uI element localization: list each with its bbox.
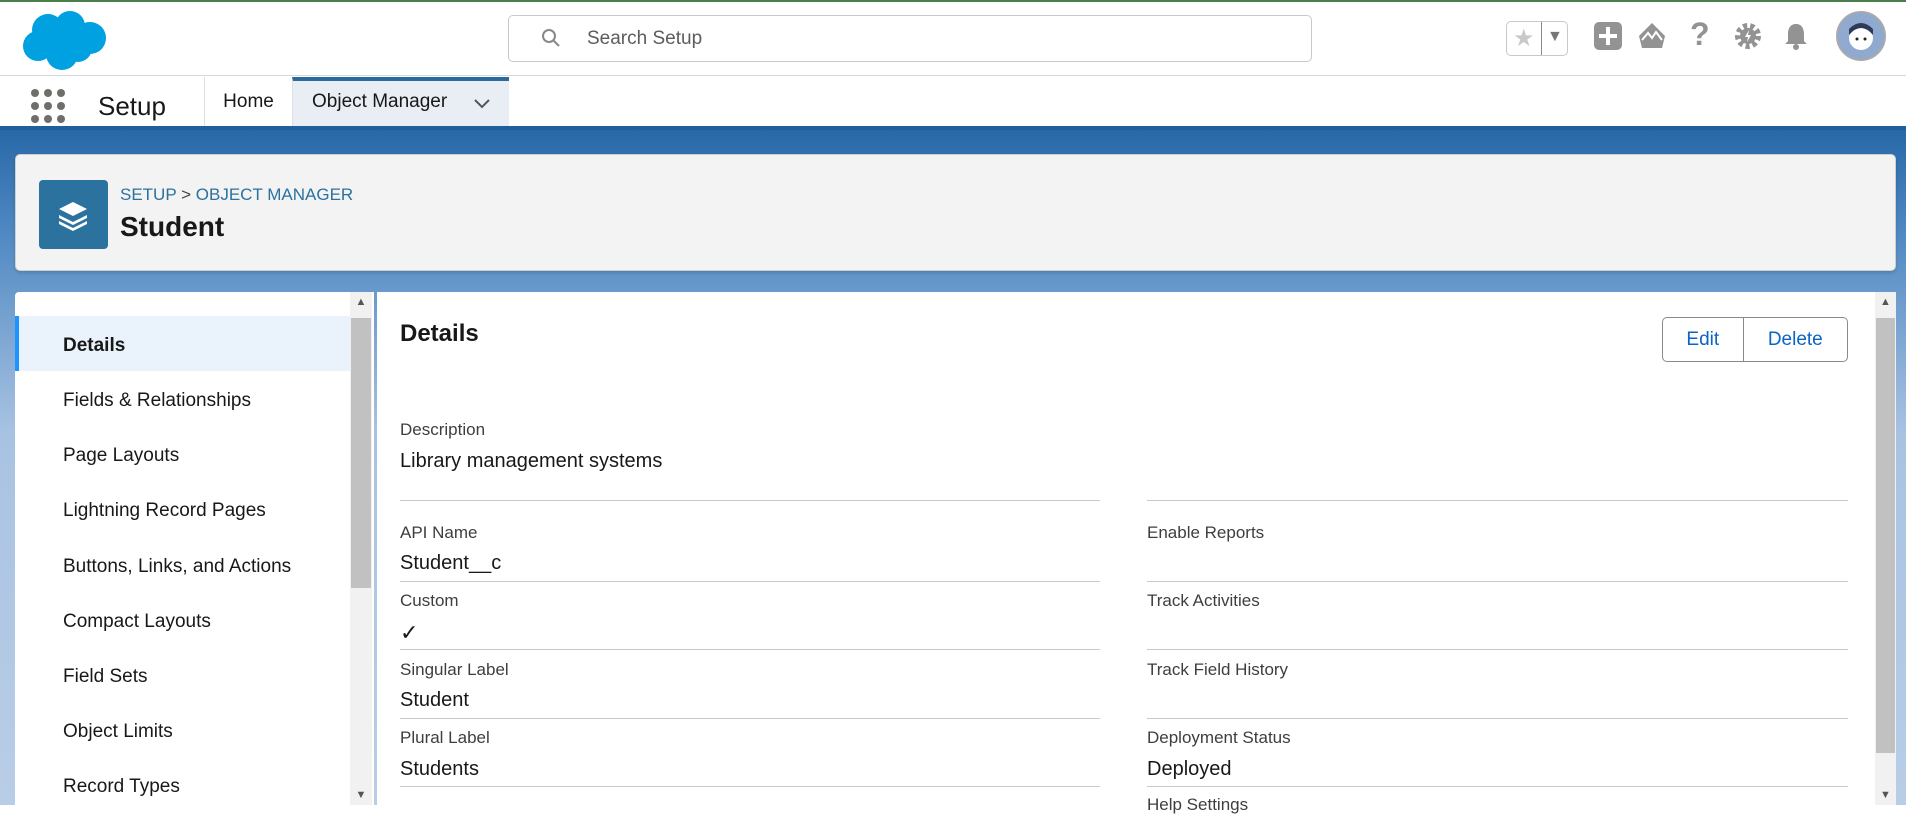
breadcrumb: SETUP > OBJECT MANAGER <box>120 185 353 205</box>
object-sidebar: Details Fields & Relationships Page Layo… <box>15 292 374 805</box>
sidebar-item-lightning-record-pages[interactable]: Lightning Record Pages <box>15 481 350 536</box>
deployment-status-value: Deployed <box>1147 758 1232 780</box>
trailhead-icon[interactable] <box>1636 20 1668 52</box>
sidebar-item-buttons-links-actions[interactable]: Buttons, Links, and Actions <box>15 537 350 592</box>
search-icon <box>542 29 560 47</box>
edit-button[interactable]: Edit <box>1663 318 1743 361</box>
plural-label-label: Plural Label <box>400 728 490 747</box>
action-button-group: Edit Delete <box>1662 317 1848 362</box>
deployment-status-label: Deployment Status <box>1147 728 1291 747</box>
sidebar-item-fields-relationships[interactable]: Fields & Relationships <box>15 371 350 426</box>
object-header <box>15 154 1896 271</box>
description-value: Library management systems <box>400 450 663 472</box>
enable-reports-label: Enable Reports <box>1147 523 1265 542</box>
help-icon[interactable]: ? <box>1690 16 1710 53</box>
api-name-value: Student__c <box>400 552 502 574</box>
track-field-history-label: Track Field History <box>1147 660 1289 679</box>
favorites-dropdown-icon[interactable]: ▼ <box>1547 28 1563 46</box>
divider <box>1147 500 1848 501</box>
breadcrumb-separator: > <box>181 185 192 204</box>
main-scrollbar[interactable]: ▲ ▼ <box>1875 292 1896 805</box>
plural-label-value: Students <box>400 758 479 780</box>
sidebar-item-field-sets[interactable]: Field Sets <box>15 647 350 702</box>
sidebar-item-compact-layouts[interactable]: Compact Layouts <box>15 592 350 647</box>
page-title: Student <box>120 211 225 242</box>
help-settings-label: Help Settings <box>1147 795 1249 814</box>
breadcrumb-setup[interactable]: SETUP <box>120 185 176 204</box>
object-layers-icon <box>39 180 108 249</box>
star-icon[interactable]: ★ <box>1513 24 1535 53</box>
tab-object-manager-label: Object Manager <box>312 91 448 112</box>
api-name-label: API Name <box>400 523 478 542</box>
main-scrollbar-thumb[interactable] <box>1876 318 1895 753</box>
tab-object-manager[interactable]: Object Manager <box>292 77 509 126</box>
sidebar-item-page-layouts[interactable]: Page Layouts <box>15 426 350 481</box>
search-placeholder: Search Setup <box>587 28 703 49</box>
sidebar-item-details[interactable]: Details <box>15 316 350 371</box>
sidebar-scrollbar[interactable]: ▲ ▼ <box>350 292 372 805</box>
track-activities-label: Track Activities <box>1147 591 1260 610</box>
delete-button[interactable]: Delete <box>1742 318 1847 361</box>
custom-label: Custom <box>400 591 459 610</box>
user-avatar[interactable] <box>1836 11 1886 61</box>
global-actions-plus-icon[interactable] <box>1592 20 1624 52</box>
app-launcher-icon[interactable] <box>30 88 66 124</box>
details-panel: ▲ ▼ <box>377 292 1896 805</box>
setup-gear-icon[interactable] <box>1732 20 1764 52</box>
breadcrumb-object-manager[interactable]: OBJECT MANAGER <box>196 185 353 204</box>
search-input[interactable]: Search Setup <box>508 15 1312 62</box>
sidebar-item-object-limits[interactable]: Object Limits <box>15 702 350 757</box>
sidebar-item-record-types[interactable]: Record Types <box>15 757 350 812</box>
sidebar-scrollbar-thumb[interactable] <box>351 318 371 588</box>
singular-label-value: Student <box>400 689 469 711</box>
tab-home[interactable]: Home <box>204 77 292 126</box>
avatar-image-icon <box>1849 23 1873 50</box>
custom-checkmark-icon: ✓ <box>400 620 419 645</box>
favorites-button[interactable]: ★ ▼ <box>1506 21 1568 56</box>
notifications-bell-icon[interactable] <box>1780 20 1812 52</box>
description-label: Description <box>400 420 486 439</box>
salesforce-logo[interactable] <box>18 8 108 70</box>
singular-label-label: Singular Label <box>400 660 509 679</box>
details-heading: Details <box>400 320 479 347</box>
app-name: Setup <box>98 91 166 121</box>
divider <box>400 500 1100 501</box>
chevron-down-icon[interactable] <box>473 98 491 110</box>
